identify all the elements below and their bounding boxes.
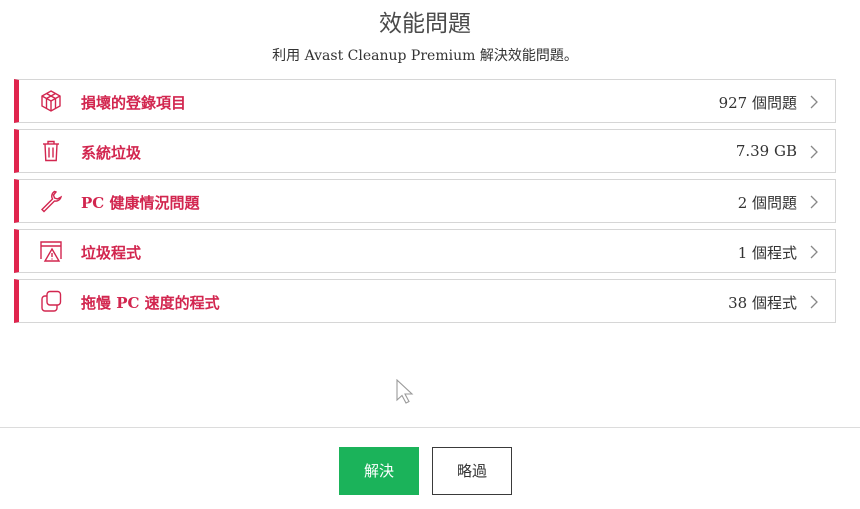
issue-label: PC 健康情況問題 [81, 194, 200, 212]
mouse-pointer-icon [396, 379, 414, 404]
issue-count: 927 個問題 [718, 94, 797, 112]
issue-label: 拖慢 PC 速度的程式 [81, 294, 220, 312]
issue-row-junk-programs[interactable]: 垃圾程式 1 個程式 [14, 229, 836, 273]
issue-list: 損壞的登錄項目 927 個問題 系統垃圾 7.39 GB PC 健康情況問題 2… [14, 79, 836, 329]
page-title: 效能問題 [379, 11, 471, 37]
issue-count: 2 個問題 [737, 194, 797, 212]
chevron-right-icon [810, 145, 818, 159]
issue-count: 38 個程式 [728, 294, 797, 312]
resolve-button[interactable]: 解決 [339, 447, 419, 495]
chevron-right-icon [810, 245, 818, 259]
wrench-icon [39, 189, 63, 213]
issue-label: 損壞的登錄項目 [81, 94, 187, 112]
registry-cube-icon [39, 89, 63, 113]
copy-windows-icon [39, 289, 63, 313]
issue-row-system-junk[interactable]: 系統垃圾 7.39 GB [14, 129, 836, 173]
issue-label: 垃圾程式 [81, 244, 142, 262]
issue-row-slowing-programs[interactable]: 拖慢 PC 速度的程式 38 個程式 [14, 279, 836, 323]
trash-icon [39, 139, 63, 163]
issue-row-pc-health[interactable]: PC 健康情況問題 2 個問題 [14, 179, 836, 223]
issue-count: 1 個程式 [737, 244, 797, 262]
skip-button[interactable]: 略過 [432, 447, 512, 495]
issue-count: 7.39 GB [735, 142, 797, 160]
issue-row-registry[interactable]: 損壞的登錄項目 927 個問題 [14, 79, 836, 123]
footer-divider [0, 427, 860, 428]
page-subtitle: 利用 Avast Cleanup Premium 解決效能問題。 [272, 48, 578, 64]
chevron-right-icon [810, 95, 818, 109]
warning-window-icon [39, 239, 63, 263]
issue-label: 系統垃圾 [81, 144, 142, 162]
chevron-right-icon [810, 195, 818, 209]
chevron-right-icon [810, 295, 818, 309]
